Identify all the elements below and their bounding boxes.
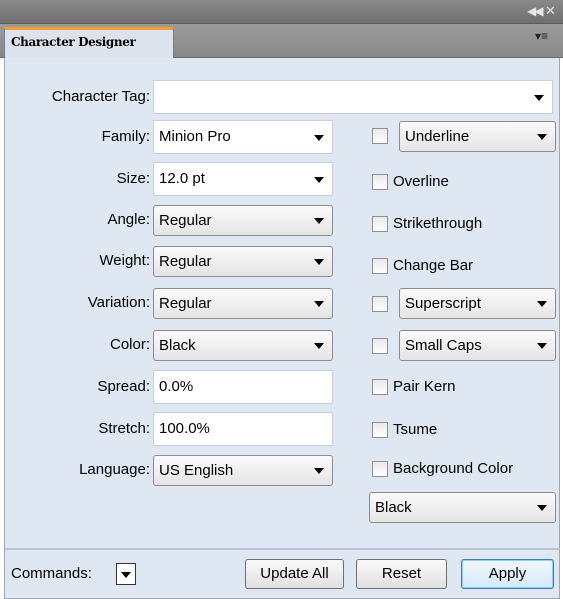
stretch-label: Stretch: <box>98 420 150 437</box>
small-caps-dropdown[interactable]: Small Caps <box>399 330 556 361</box>
spread-input[interactable]: 0.0% <box>153 370 333 404</box>
chevron-down-icon <box>314 301 324 307</box>
character-tag-label: Character Tag: <box>51 88 150 105</box>
superscript-checkbox[interactable] <box>372 296 388 312</box>
size-combo[interactable]: 12.0 pt <box>153 162 333 196</box>
chevron-down-icon <box>314 177 324 183</box>
small-caps-value: Small Caps <box>405 337 482 354</box>
color-dropdown[interactable]: Black <box>153 330 333 361</box>
size-label: Size: <box>116 170 150 187</box>
family-combo[interactable]: Minion Pro <box>153 120 333 154</box>
weight-value: Regular <box>159 253 212 270</box>
superscript-value: Superscript <box>405 295 481 312</box>
chevron-down-icon <box>314 135 324 141</box>
angle-value: Regular <box>159 212 212 229</box>
underline-value: Underline <box>405 128 470 145</box>
commands-menu-button[interactable] <box>116 563 136 585</box>
chevron-down-icon <box>121 572 131 578</box>
collapse-icon[interactable]: ◀◀ <box>527 3 544 19</box>
command-bar: Commands: Update All Reset Apply <box>4 548 560 599</box>
reset-button[interactable]: Reset <box>356 559 447 589</box>
overline-checkbox[interactable] <box>372 174 388 190</box>
size-value: 12.0 pt <box>159 170 205 187</box>
background-color-label: Background Color <box>393 460 514 477</box>
variation-dropdown[interactable]: Regular <box>153 288 333 319</box>
change-bar-checkbox[interactable] <box>372 258 388 274</box>
underline-dropdown[interactable]: Underline <box>399 121 556 152</box>
spread-label: Spread: <box>97 378 150 395</box>
change-bar-label: Change Bar <box>393 257 474 274</box>
chevron-down-icon <box>537 134 547 140</box>
color-value: Black <box>159 337 196 354</box>
close-icon[interactable]: ✕ <box>545 3 556 19</box>
variation-value: Regular <box>159 295 212 312</box>
weight-label: Weight: <box>99 252 150 269</box>
tab-strip: Character Designer ▾≡ <box>0 24 563 59</box>
language-value: US English <box>159 462 234 479</box>
stretch-value: 100.0% <box>159 420 210 437</box>
pair-kern-label: Pair Kern <box>393 378 456 395</box>
family-label: Family: <box>101 128 150 145</box>
chevron-down-icon <box>314 218 324 224</box>
commands-label: Commands: <box>11 565 92 582</box>
tab-label: Character Designer <box>11 35 136 49</box>
background-color-dropdown[interactable]: Black <box>369 492 556 523</box>
background-color-value: Black <box>375 499 412 516</box>
chevron-down-icon <box>537 343 547 349</box>
apply-button[interactable]: Apply <box>461 559 554 589</box>
chevron-down-icon <box>314 468 324 474</box>
variation-label: Variation: <box>87 294 150 311</box>
tsume-label: Tsume <box>393 421 438 438</box>
chevron-down-icon <box>534 95 544 101</box>
tab-character-designer[interactable]: Character Designer <box>4 27 174 59</box>
update-all-button[interactable]: Update All <box>245 559 344 589</box>
chevron-down-icon <box>537 505 547 511</box>
angle-dropdown[interactable]: Regular <box>153 205 333 236</box>
angle-label: Angle: <box>107 211 150 228</box>
chevron-down-icon <box>314 259 324 265</box>
chevron-down-icon <box>314 343 324 349</box>
color-label: Color: <box>109 336 150 353</box>
spread-value: 0.0% <box>159 378 194 395</box>
underline-checkbox[interactable] <box>372 128 388 144</box>
strikethrough-checkbox[interactable] <box>372 216 388 232</box>
chevron-down-icon <box>537 301 547 307</box>
character-tag-combo[interactable] <box>153 80 553 114</box>
stretch-input[interactable]: 100.0% <box>153 412 333 446</box>
pair-kern-checkbox[interactable] <box>372 379 388 395</box>
background-color-checkbox[interactable] <box>372 461 388 477</box>
title-bar: ◀◀ ✕ <box>0 0 563 24</box>
language-dropdown[interactable]: US English <box>153 455 333 486</box>
character-designer-panel: Character Tag: Family: Minion Pro Size: … <box>4 58 560 548</box>
superscript-dropdown[interactable]: Superscript <box>399 288 556 319</box>
small-caps-checkbox[interactable] <box>372 338 388 354</box>
weight-dropdown[interactable]: Regular <box>153 246 333 277</box>
overline-label: Overline <box>393 173 449 190</box>
family-value: Minion Pro <box>159 128 231 145</box>
tsume-checkbox[interactable] <box>372 422 388 438</box>
panel-menu-icon[interactable]: ▾≡ <box>535 29 548 43</box>
strikethrough-label: Strikethrough <box>393 215 483 232</box>
language-label: Language: <box>79 461 150 478</box>
